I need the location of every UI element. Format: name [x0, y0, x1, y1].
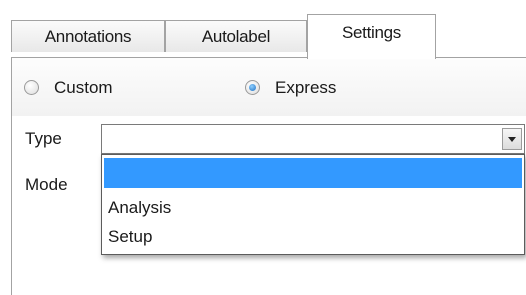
chevron-down-icon[interactable] — [502, 128, 522, 150]
type-combobox[interactable] — [101, 124, 525, 154]
express-radio-circle[interactable] — [245, 80, 260, 95]
tab-strip: Annotations Autolabel Settings — [11, 14, 516, 59]
dropdown-option-empty[interactable] — [104, 158, 522, 188]
custom-radio-circle[interactable] — [24, 80, 39, 95]
tab-annotations[interactable]: Annotations — [11, 20, 165, 52]
express-radio-label: Express — [275, 78, 337, 97]
type-label: Type — [25, 129, 62, 148]
tab-settings[interactable]: Settings — [307, 14, 436, 59]
tab-autolabel[interactable]: Autolabel — [165, 20, 307, 52]
dropdown-option-setup[interactable]: Setup — [108, 227, 152, 247]
dropdown-option-analysis[interactable]: Analysis — [108, 198, 171, 218]
mode-label: Mode — [25, 175, 68, 194]
custom-radio-label: Custom — [54, 78, 113, 97]
type-dropdown-list[interactable]: Analysis Setup — [101, 154, 525, 255]
